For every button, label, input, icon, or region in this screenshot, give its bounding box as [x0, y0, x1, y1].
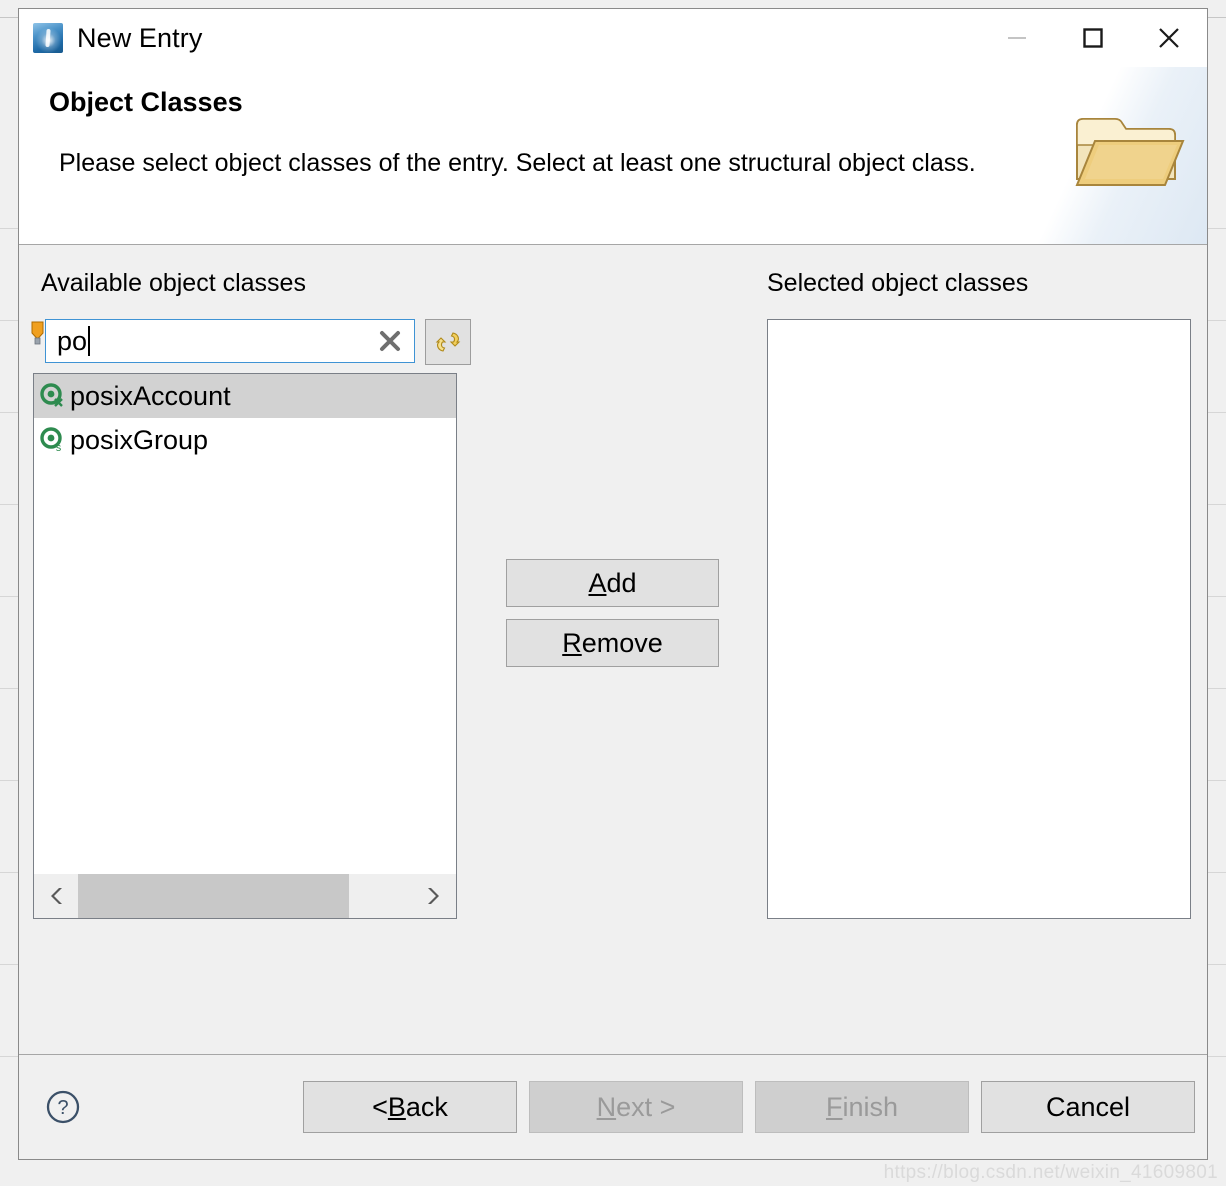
- selected-list-label: Selected object classes: [767, 269, 1029, 297]
- clear-x-icon[interactable]: [378, 329, 402, 353]
- finish-button-mnemonic: F: [825, 1091, 843, 1122]
- back-button[interactable]: < Back: [303, 1081, 517, 1133]
- list-item[interactable]: s posixGroup: [34, 418, 456, 462]
- page-title: Object Classes: [49, 87, 243, 117]
- dialog-titlebar: New Entry: [19, 9, 1207, 67]
- add-button-mnemonic: A: [588, 567, 607, 598]
- minimize-icon: [1008, 37, 1026, 39]
- dialog-title: New Entry: [77, 22, 203, 53]
- cancel-button[interactable]: Cancel: [981, 1081, 1195, 1133]
- refresh-button[interactable]: [425, 319, 471, 365]
- filter-row: po: [31, 319, 471, 365]
- back-button-prefix: <: [372, 1091, 388, 1122]
- object-class-auxiliary-icon: [40, 383, 63, 407]
- screen: New Entry Object Classes Please select o…: [0, 0, 1226, 1186]
- selected-object-classes-list[interactable]: [767, 319, 1191, 919]
- finish-button[interactable]: Finish: [755, 1081, 969, 1133]
- available-list-label: Available object classes: [41, 269, 306, 297]
- next-button-mnemonic: N: [596, 1091, 617, 1122]
- maximize-button[interactable]: [1055, 9, 1131, 67]
- page-description: Please select object classes of the entr…: [59, 149, 976, 177]
- list-item[interactable]: posixAccount: [34, 374, 456, 418]
- list-item-label: posixAccount: [70, 380, 231, 411]
- transfer-buttons: Add Remove: [506, 559, 719, 667]
- wizard-buttons: < Back Next > Finish Cancel: [303, 1081, 1195, 1133]
- next-button[interactable]: Next >: [529, 1081, 743, 1133]
- refresh-sync-icon: [435, 332, 461, 352]
- new-entry-dialog: New Entry Object Classes Please select o…: [18, 8, 1208, 1160]
- list-item-label: posixGroup: [70, 424, 209, 455]
- add-button-label: dd: [606, 567, 637, 598]
- back-button-mnemonic: B: [387, 1091, 406, 1122]
- scroll-right-button[interactable]: [412, 874, 456, 918]
- text-caret: [88, 326, 91, 356]
- directory-studio-icon: [33, 23, 63, 53]
- svg-text:?: ?: [57, 1097, 68, 1119]
- available-object-classes-list[interactable]: posixAccount s posixGroup: [33, 373, 457, 919]
- filter-input[interactable]: po: [45, 319, 415, 363]
- svg-text:s: s: [56, 442, 62, 453]
- scroll-left-button[interactable]: [34, 874, 78, 918]
- finish-button-label: inish: [842, 1091, 899, 1122]
- close-button[interactable]: [1131, 9, 1207, 67]
- maximize-icon: [1083, 28, 1103, 48]
- chevron-left-icon: [51, 888, 62, 904]
- scrollbar-track[interactable]: [78, 874, 412, 918]
- help-question-icon[interactable]: ?: [45, 1089, 81, 1125]
- next-button-label: ext >: [616, 1091, 676, 1122]
- close-icon: [1159, 28, 1179, 48]
- back-button-label: ack: [405, 1091, 448, 1122]
- dialog-footer: ? < Back Next > Finish Cancel: [19, 1054, 1207, 1159]
- add-button[interactable]: Add: [506, 559, 719, 607]
- watermark: https://blog.csdn.net/weixin_41609801: [883, 1162, 1218, 1183]
- content-assist-bulb-icon: [31, 321, 44, 347]
- chevron-right-icon: [428, 888, 439, 904]
- wizard-header: Object Classes Please select object clas…: [19, 67, 1207, 245]
- remove-button-label: emove: [581, 627, 663, 658]
- object-class-structural-icon: s: [40, 427, 62, 453]
- filter-input-value: po: [57, 325, 88, 356]
- horizontal-scrollbar[interactable]: [34, 873, 456, 918]
- minimize-button[interactable]: [979, 9, 1055, 67]
- remove-button-mnemonic: R: [562, 627, 582, 658]
- window-controls: [979, 9, 1207, 67]
- remove-button[interactable]: Remove: [506, 619, 719, 667]
- dialog-body: Available object classes Selected object…: [19, 245, 1207, 1054]
- scrollbar-thumb[interactable]: [78, 874, 349, 918]
- folder-icon: [1075, 118, 1185, 186]
